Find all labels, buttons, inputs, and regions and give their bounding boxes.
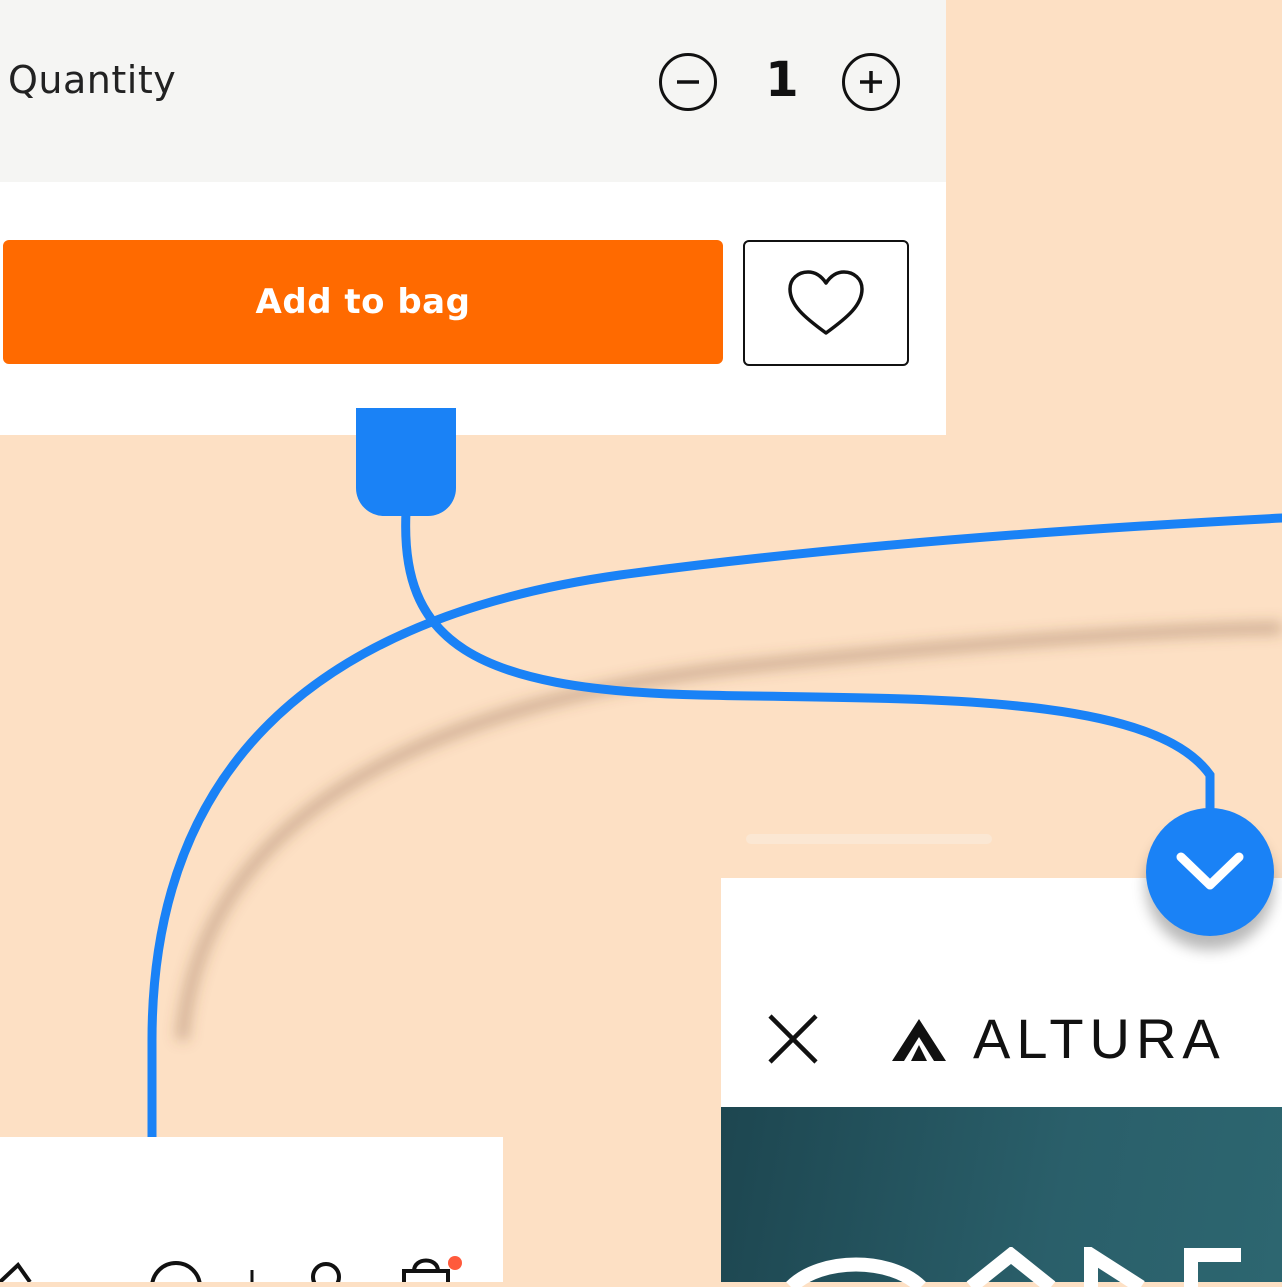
connector-handle[interactable] xyxy=(356,408,456,516)
altura-logo-icon xyxy=(892,1019,946,1061)
heart-icon xyxy=(788,270,864,335)
bag-badge-icon xyxy=(448,1256,462,1270)
bottom-nav-card xyxy=(0,1137,503,1282)
quantity-decrease-button[interactable] xyxy=(659,53,717,111)
scroll-hint-bar xyxy=(746,834,992,844)
quantity-label: Quantity xyxy=(8,58,177,102)
chevron-down-icon xyxy=(1176,852,1244,890)
bag-icon xyxy=(402,1269,450,1282)
close-button[interactable] xyxy=(765,1011,821,1067)
close-icon xyxy=(768,1014,818,1064)
menu-icon xyxy=(0,1261,32,1282)
collapse-button[interactable] xyxy=(1146,808,1274,936)
account-icon xyxy=(311,1262,341,1282)
connector-line-bag-to-collapse xyxy=(401,507,1215,820)
minus-circle-icon xyxy=(677,80,699,84)
site-header-card: ALTURA xyxy=(721,878,1282,1287)
brand-name: ALTURA xyxy=(973,1007,1226,1070)
nav-icons xyxy=(0,1256,462,1282)
search-icon xyxy=(150,1261,202,1282)
wishlist-button[interactable] xyxy=(743,240,909,366)
plus-circle-icon xyxy=(860,71,882,93)
quantity-increase-button[interactable] xyxy=(842,53,900,111)
product-card: Quantity 1 Add to bag xyxy=(0,0,946,435)
quantity-value[interactable]: 1 xyxy=(752,52,812,108)
add-to-bag-button[interactable]: Add to bag xyxy=(3,240,723,364)
hero-headline-fragment xyxy=(786,1247,1241,1287)
hero-banner xyxy=(721,1107,1282,1287)
quantity-row: Quantity 1 xyxy=(0,0,946,182)
